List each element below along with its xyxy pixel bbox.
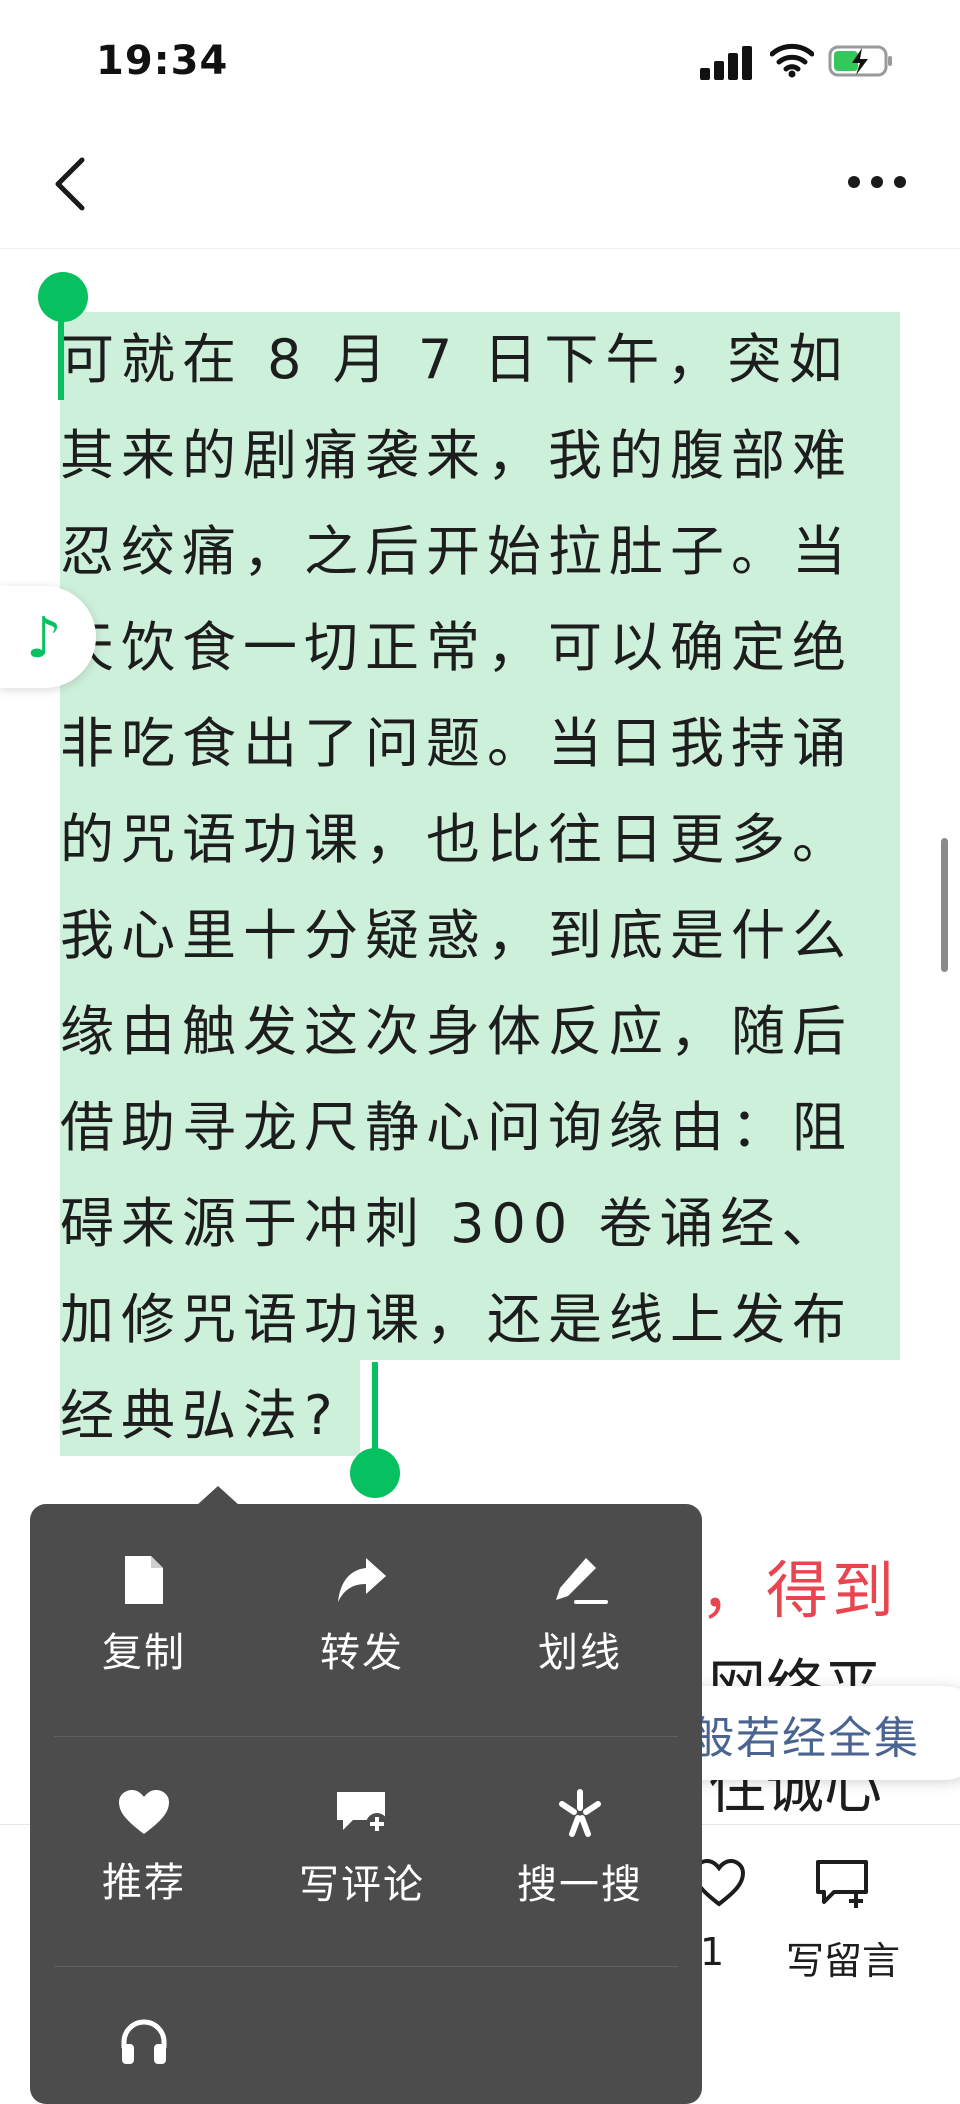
- scrollbar[interactable]: [941, 838, 948, 972]
- article-line: 非吃食出了问题。当日我持诵: [60, 712, 853, 775]
- search-spark-icon: [559, 1789, 601, 1837]
- comment-add-icon[interactable]: [812, 1858, 872, 1910]
- article-line: 碍来源于冲刺 300 卷诵经、: [60, 1192, 843, 1255]
- article-line: 可就在 8 月 7 日下午，突如: [60, 328, 850, 391]
- headphones-icon: [121, 2019, 167, 2064]
- document-icon: [125, 1556, 163, 1604]
- menu-item-listen[interactable]: [54, 2016, 234, 2066]
- cellular-signal-icon: [700, 44, 756, 80]
- article-line: 其来的剧痛袭来，我的腹部难: [60, 424, 853, 487]
- wifi-icon: [770, 43, 814, 78]
- menu-item-label: 复制: [102, 1630, 186, 1676]
- article-line: 的咒语功课，也比往日更多。: [60, 808, 853, 871]
- menu-item-label: 搜一搜: [517, 1862, 643, 1908]
- like-count: 1: [700, 1930, 725, 1974]
- article-line: 经典弘法?: [60, 1384, 340, 1447]
- menu-item-label: 写评论: [299, 1862, 425, 1908]
- menu-item-search[interactable]: 搜一搜: [490, 1788, 670, 1910]
- article-line: 忍绞痛，之后开始拉肚子。当: [60, 520, 853, 583]
- back-chevron-icon[interactable]: [50, 156, 90, 212]
- article-line: 加修咒语功课，还是线上发布: [60, 1288, 853, 1351]
- menu-item-recommend[interactable]: 推荐: [54, 1788, 234, 1908]
- menu-item-copy[interactable]: 复制: [54, 1554, 234, 1678]
- selection-context-menu: 复制 转发 划线 推荐 写评论 搜一搜: [30, 1504, 702, 2104]
- status-time: 19:34: [96, 38, 229, 84]
- share-arrow-icon: [338, 1558, 386, 1602]
- article-red-text: ，得到: [700, 1554, 899, 1627]
- selection-end-handle[interactable]: [350, 1448, 400, 1498]
- pen-underline-icon: [556, 1558, 608, 1604]
- menu-item-write-comment[interactable]: 写评论: [272, 1788, 452, 1910]
- menu-item-underline[interactable]: 划线: [490, 1554, 670, 1678]
- battery-charging-icon: [828, 45, 892, 77]
- menu-item-label: 转发: [320, 1630, 404, 1676]
- article-line: 天饮食一切正常，可以确定绝: [60, 616, 853, 679]
- comment-add-icon: [337, 1792, 388, 1835]
- menu-item-forward[interactable]: 转发: [272, 1554, 452, 1678]
- music-note-icon: ♪: [26, 606, 62, 671]
- article-paragraph[interactable]: 可就在 8 月 7 日下午，突如 其来的剧痛袭来，我的腹部难 忍绞痛，之后开始拉…: [60, 312, 900, 1464]
- menu-item-label: 推荐: [102, 1860, 186, 1906]
- selection-start-handle[interactable]: [38, 272, 88, 322]
- more-options-icon[interactable]: [846, 170, 908, 194]
- article-line: 缘由触发这次身体反应，随后: [60, 1000, 853, 1063]
- menu-pointer: [196, 1486, 240, 1506]
- menu-item-label: 划线: [538, 1630, 622, 1676]
- write-comment-label[interactable]: 写留言: [786, 1930, 900, 1985]
- article-line: 借助寻龙尺静心问询缘由：阻: [60, 1096, 853, 1159]
- article-line: 我心里十分疑惑，到底是什么: [60, 904, 853, 967]
- heart-icon: [119, 1790, 169, 1834]
- navigation-bar: [0, 120, 960, 249]
- menu-divider: [54, 1736, 678, 1737]
- menu-divider: [54, 1966, 678, 1967]
